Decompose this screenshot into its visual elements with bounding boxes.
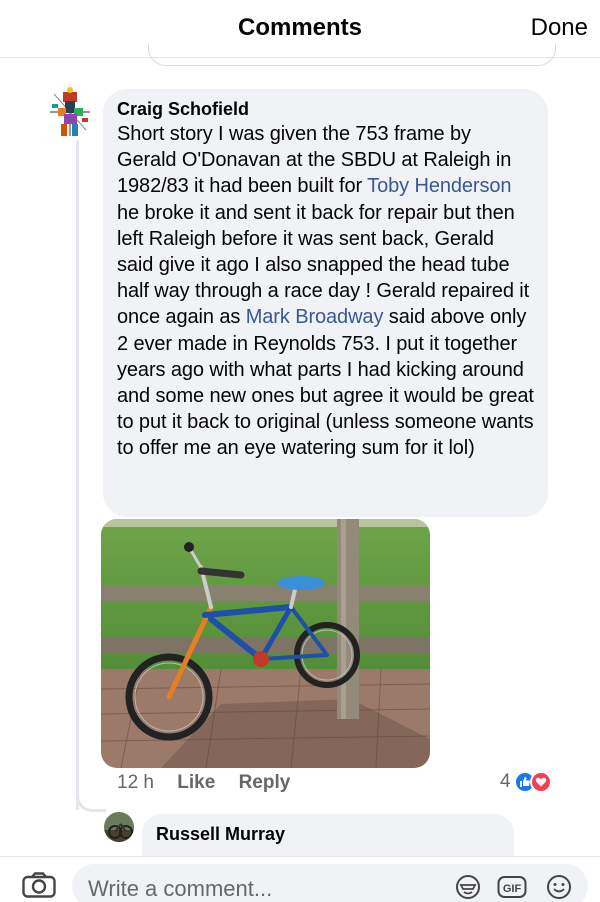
reply-author[interactable]: Russell Murray [156,824,500,845]
page-title: Comments [237,14,363,41]
reply-button[interactable]: Reply [239,772,291,793]
reaction-count: 4 [500,771,511,792]
like-button[interactable]: Like [177,772,215,793]
comment-text-part: said above only 2 ever made in Reynolds … [117,306,534,460]
sticker-icon[interactable] [455,874,481,900]
reaction-summary[interactable]: 4 [500,771,552,793]
thread-line [76,140,79,810]
bmx-bike-photo[interactable] [101,519,430,768]
previous-comment-bubble [148,44,556,66]
comment-time: 12 h [117,772,154,793]
comment-text: Short story I was given the 753 frame by… [117,121,534,462]
comment-bubble[interactable]: Craig Schofield Short story I was given … [103,89,548,517]
comment-author[interactable]: Craig Schofield [117,99,534,119]
done-button[interactable]: Done [531,14,588,42]
mention-link-toby[interactable]: Toby Henderson [367,175,511,197]
comment-input-placeholder: Write a comment... [88,876,273,901]
emoji-icon[interactable] [546,874,572,900]
love-reaction-icon [529,771,552,793]
comment-composer: Write a comment... GIF [0,856,600,902]
commenter-avatar[interactable] [44,84,96,140]
reply-author-avatar[interactable] [104,812,134,842]
gif-label: GIF [503,883,522,895]
thread-connector [76,790,106,812]
gif-icon[interactable]: GIF [497,874,527,900]
comment-actions: 12 h Like Reply [117,772,308,794]
camera-icon[interactable] [22,872,56,898]
mention-link-mark[interactable]: Mark Broadway [246,306,384,328]
